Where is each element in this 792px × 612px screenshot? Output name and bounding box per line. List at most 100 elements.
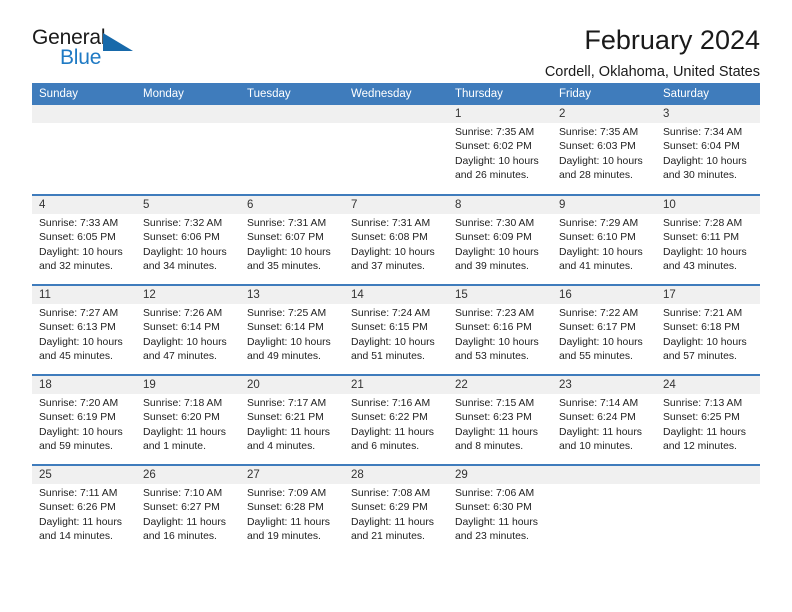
day-number (344, 105, 448, 123)
calendar-day-cell[interactable]: 15 Sunrise: 7:23 AM Sunset: 6:16 PM Dayligh… (448, 284, 552, 375)
calendar-day-cell[interactable]: 4 Sunrise: 7:33 AM Sunset: 6:05 PM Daylight… (32, 194, 136, 285)
day-details: Sunrise: 7:35 AM Sunset: 6:02 PM Daylight:… (448, 123, 552, 184)
calendar-day-cell[interactable]: 23 Sunrise: 7:14 AM Sunset: 6:24 PM Dayligh… (552, 374, 656, 465)
calendar-day-cell[interactable]: 14 Sunrise: 7:24 AM Sunset: 6:15 PM Dayligh… (344, 284, 448, 375)
calendar-week-row: 11 Sunrise: 7:27 AM Sunset: 6:13 PM Dayligh… (32, 284, 760, 375)
day-number: 2 (552, 105, 656, 123)
sunrise-text: Sunrise: 7:14 AM (559, 398, 639, 409)
page-header: General Blue February 2024 Cordell, Okla… (32, 0, 760, 79)
sunrise-text: Sunrise: 7:28 AM (663, 218, 743, 229)
day-details: Sunrise: 7:27 AM Sunset: 6:13 PM Daylight:… (32, 304, 136, 365)
day-details: Sunrise: 7:25 AM Sunset: 6:14 PM Daylight:… (240, 304, 344, 365)
calendar-day-cell-empty (344, 105, 448, 195)
weekday-header-friday: Friday (552, 83, 656, 105)
day-number: 8 (448, 196, 552, 214)
calendar-day-cell[interactable]: 10 Sunrise: 7:28 AM Sunset: 6:11 PM Dayligh… (656, 194, 760, 285)
daylight-text: Daylight: 10 hours and 28 minutes. (559, 155, 643, 182)
daylight-text: Daylight: 11 hours and 23 minutes. (455, 516, 538, 543)
day-number: 28 (344, 466, 448, 484)
page-subtitle: Cordell, Oklahoma, United States (544, 63, 760, 80)
sunset-text: Sunset: 6:25 PM (663, 412, 740, 424)
sunset-text: Sunset: 6:20 PM (143, 412, 220, 424)
calendar-body: 1 Sunrise: 7:35 AM Sunset: 6:02 PM Daylight… (32, 105, 760, 555)
calendar-day-cell[interactable]: 27 Sunrise: 7:09 AM Sunset: 6:28 PM Dayligh… (240, 464, 344, 555)
calendar-day-cell[interactable]: 13 Sunrise: 7:25 AM Sunset: 6:14 PM Dayligh… (240, 284, 344, 375)
calendar-day-cell[interactable]: 20 Sunrise: 7:17 AM Sunset: 6:21 PM Dayligh… (240, 374, 344, 465)
sunrise-sunset-calendar: Sunday Monday Tuesday Wednesday Thursday Frid… (32, 83, 760, 555)
sunrise-text: Sunrise: 7:18 AM (143, 398, 223, 409)
day-number: 12 (136, 286, 240, 304)
day-number: 14 (344, 286, 448, 304)
day-details: Sunrise: 7:24 AM Sunset: 6:15 PM Daylight:… (344, 304, 448, 365)
day-details: Sunrise: 7:11 AM Sunset: 6:26 PM Daylight:… (32, 484, 136, 545)
day-details: Sunrise: 7:30 AM Sunset: 6:09 PM Daylight:… (448, 214, 552, 275)
calendar-day-cell[interactable]: 18 Sunrise: 7:20 AM Sunset: 6:19 PM Dayligh… (32, 374, 136, 465)
sunrise-text: Sunrise: 7:06 AM (455, 488, 535, 499)
sunset-text: Sunset: 6:18 PM (663, 322, 740, 334)
calendar-day-cell[interactable]: 22 Sunrise: 7:15 AM Sunset: 6:23 PM Dayligh… (448, 374, 552, 465)
calendar-day-cell[interactable]: 3 Sunrise: 7:34 AM Sunset: 6:04 PM Daylight… (656, 105, 760, 195)
day-details: Sunrise: 7:13 AM Sunset: 6:25 PM Daylight:… (656, 394, 760, 455)
sunset-text: Sunset: 6:06 PM (143, 232, 220, 244)
sunrise-text: Sunrise: 7:21 AM (663, 308, 743, 319)
daylight-text: Daylight: 10 hours and 51 minutes. (351, 336, 435, 363)
calendar-day-cell[interactable]: 16 Sunrise: 7:22 AM Sunset: 6:17 PM Dayligh… (552, 284, 656, 375)
day-details: Sunrise: 7:28 AM Sunset: 6:11 PM Daylight:… (656, 214, 760, 275)
calendar-day-cell-empty (32, 105, 136, 195)
sunset-text: Sunset: 6:27 PM (143, 502, 220, 514)
weekday-header-thursday: Thursday (448, 83, 552, 105)
day-number: 18 (32, 376, 136, 394)
sunset-text: Sunset: 6:22 PM (351, 412, 428, 424)
sunrise-text: Sunrise: 7:22 AM (559, 308, 639, 319)
calendar-day-cell[interactable]: 29 Sunrise: 7:06 AM Sunset: 6:30 PM Dayligh… (448, 464, 552, 555)
day-details: Sunrise: 7:22 AM Sunset: 6:17 PM Daylight:… (552, 304, 656, 365)
calendar-day-cell[interactable]: 1 Sunrise: 7:35 AM Sunset: 6:02 PM Daylight… (448, 105, 552, 195)
calendar-day-cell[interactable]: 2 Sunrise: 7:35 AM Sunset: 6:03 PM Daylight… (552, 105, 656, 195)
calendar-week-row: 25 Sunrise: 7:11 AM Sunset: 6:26 PM Dayligh… (32, 464, 760, 555)
daylight-text: Daylight: 10 hours and 37 minutes. (351, 246, 435, 273)
sunset-text: Sunset: 6:17 PM (559, 322, 636, 334)
day-number: 16 (552, 286, 656, 304)
weekday-header-wednesday: Wednesday (344, 83, 448, 105)
day-details: Sunrise: 7:14 AM Sunset: 6:24 PM Daylight:… (552, 394, 656, 455)
sunrise-text: Sunrise: 7:24 AM (351, 308, 431, 319)
day-number (240, 105, 344, 123)
calendar-day-cell[interactable]: 21 Sunrise: 7:16 AM Sunset: 6:22 PM Dayligh… (344, 374, 448, 465)
sunrise-text: Sunrise: 7:34 AM (663, 127, 743, 138)
calendar-day-cell[interactable]: 11 Sunrise: 7:27 AM Sunset: 6:13 PM Dayligh… (32, 284, 136, 375)
calendar-day-cell[interactable]: 25 Sunrise: 7:11 AM Sunset: 6:26 PM Dayligh… (32, 464, 136, 555)
sunset-text: Sunset: 6:07 PM (247, 232, 324, 244)
weekday-headers: Sunday Monday Tuesday Wednesday Thursday Frid… (32, 83, 760, 105)
calendar-day-cell[interactable]: 19 Sunrise: 7:18 AM Sunset: 6:20 PM Dayligh… (136, 374, 240, 465)
daylight-text: Daylight: 11 hours and 21 minutes. (351, 516, 434, 543)
sunset-text: Sunset: 6:29 PM (351, 502, 428, 514)
sunrise-text: Sunrise: 7:32 AM (143, 218, 223, 229)
day-details: Sunrise: 7:17 AM Sunset: 6:21 PM Daylight:… (240, 394, 344, 455)
sunset-text: Sunset: 6:30 PM (455, 502, 532, 514)
day-number: 11 (32, 286, 136, 304)
calendar-day-cell[interactable]: 12 Sunrise: 7:26 AM Sunset: 6:14 PM Dayligh… (136, 284, 240, 375)
calendar-day-cell[interactable]: 8 Sunrise: 7:30 AM Sunset: 6:09 PM Daylight… (448, 194, 552, 285)
daylight-text: Daylight: 10 hours and 47 minutes. (143, 336, 227, 363)
sunrise-text: Sunrise: 7:31 AM (351, 218, 431, 229)
day-number (656, 466, 760, 484)
weekday-header-saturday: Saturday (656, 83, 760, 105)
sunrise-text: Sunrise: 7:10 AM (143, 488, 223, 499)
sunset-text: Sunset: 6:14 PM (143, 322, 220, 334)
day-number: 3 (656, 105, 760, 123)
calendar-day-cell[interactable]: 9 Sunrise: 7:29 AM Sunset: 6:10 PM Daylight… (552, 194, 656, 285)
daylight-text: Daylight: 11 hours and 6 minutes. (351, 426, 434, 453)
sunrise-text: Sunrise: 7:08 AM (351, 488, 431, 499)
day-number: 19 (136, 376, 240, 394)
day-number: 22 (448, 376, 552, 394)
calendar-day-cell[interactable]: 6 Sunrise: 7:31 AM Sunset: 6:07 PM Daylight… (240, 194, 344, 285)
calendar-day-cell[interactable]: 17 Sunrise: 7:21 AM Sunset: 6:18 PM Dayligh… (656, 284, 760, 375)
calendar-day-cell[interactable]: 26 Sunrise: 7:10 AM Sunset: 6:27 PM Dayligh… (136, 464, 240, 555)
sunrise-text: Sunrise: 7:25 AM (247, 308, 327, 319)
calendar-day-cell[interactable]: 24 Sunrise: 7:13 AM Sunset: 6:25 PM Dayligh… (656, 374, 760, 465)
calendar-day-cell[interactable]: 28 Sunrise: 7:08 AM Sunset: 6:29 PM Dayligh… (344, 464, 448, 555)
calendar-day-cell[interactable]: 7 Sunrise: 7:31 AM Sunset: 6:08 PM Daylight… (344, 194, 448, 285)
logo-general-blue[interactable]: General Blue (32, 26, 152, 78)
sunrise-text: Sunrise: 7:11 AM (39, 488, 118, 499)
calendar-day-cell[interactable]: 5 Sunrise: 7:32 AM Sunset: 6:06 PM Daylight… (136, 194, 240, 285)
